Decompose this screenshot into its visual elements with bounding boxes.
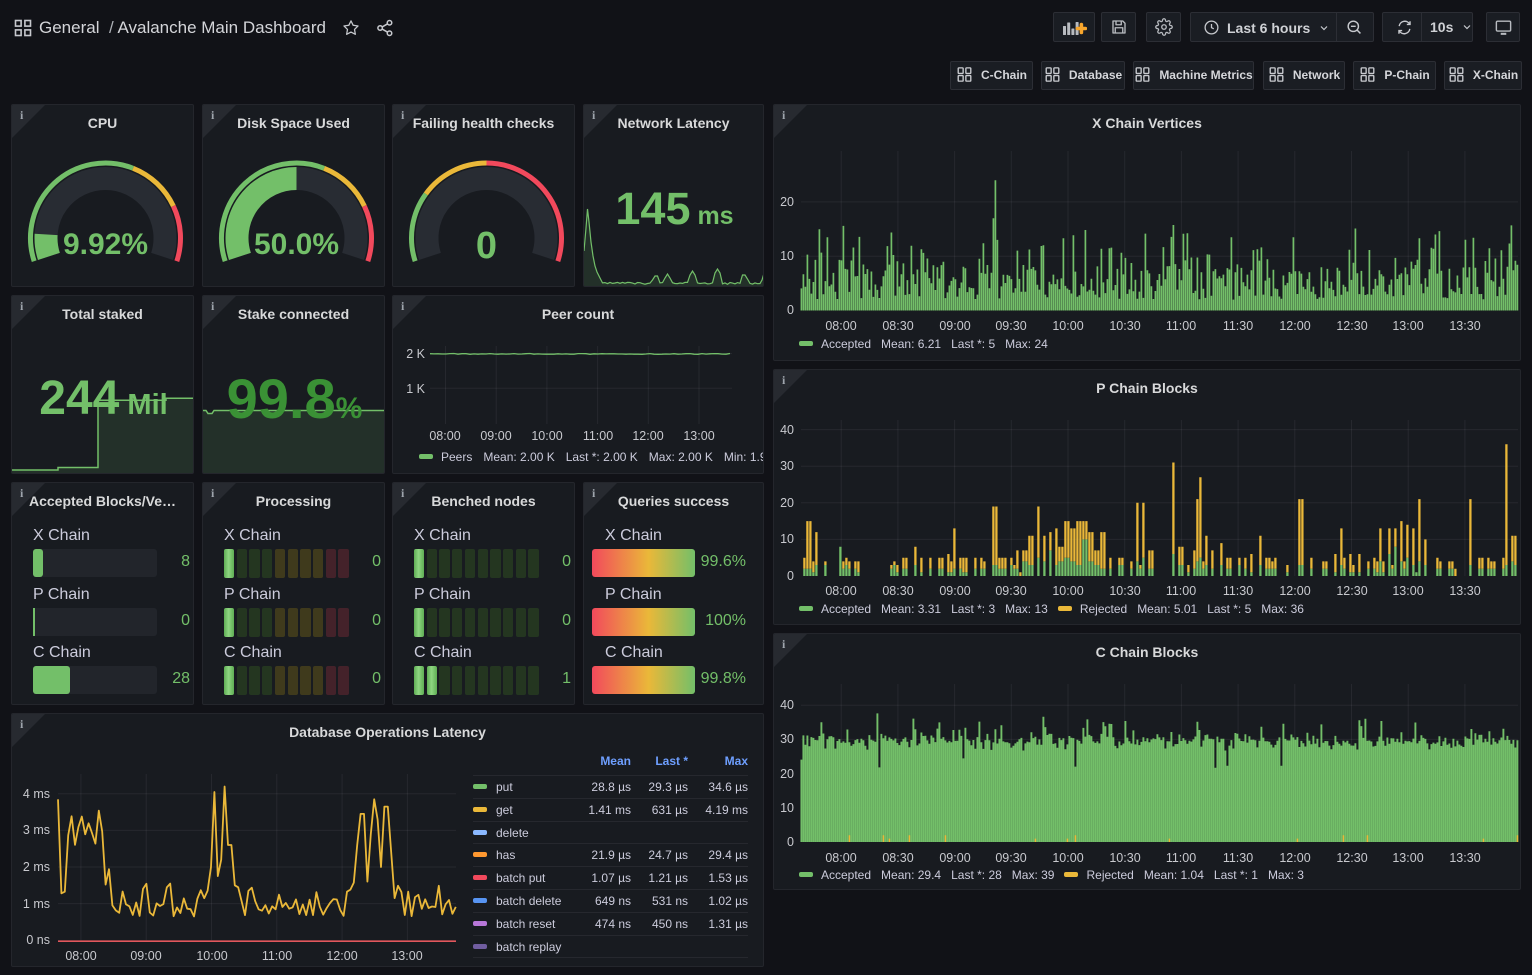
svg-text:9.92%: 9.92% [63,228,148,261]
svg-text:50.0%: 50.0% [254,228,339,261]
svg-text:0: 0 [476,225,497,267]
